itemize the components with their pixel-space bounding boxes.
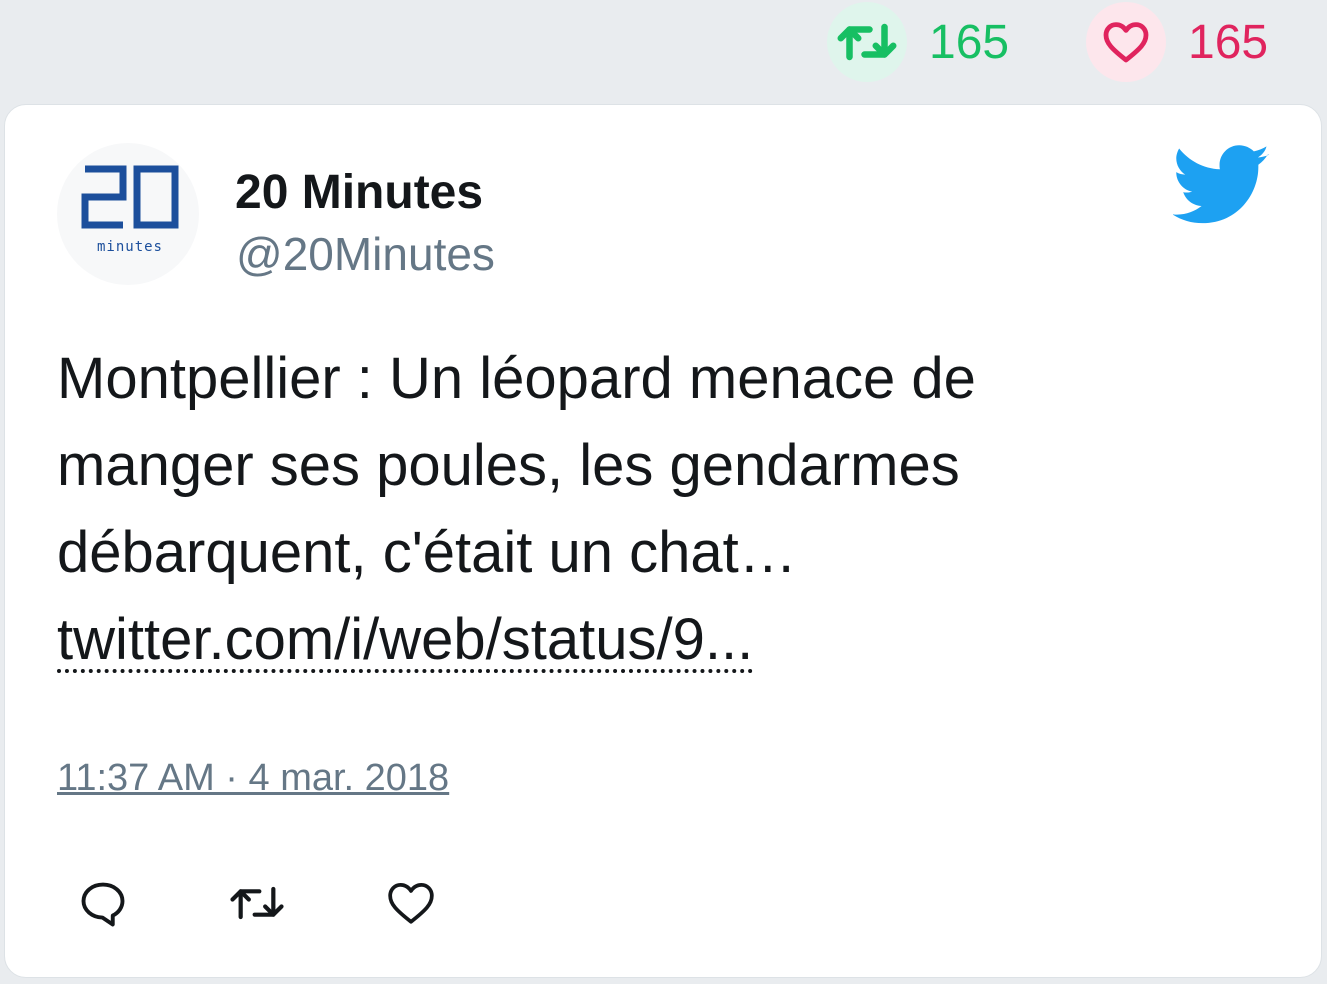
- tweet-card[interactable]: minutes 20 Minutes @20Minutes Montpellie…: [4, 104, 1322, 978]
- author-name[interactable]: 20 Minutes: [235, 165, 483, 220]
- retweet-icon[interactable]: [229, 875, 285, 931]
- tweet-timestamp[interactable]: 11:37 AM · 4 mar. 2018: [57, 757, 449, 800]
- retweet-icon[interactable]: [827, 2, 907, 82]
- like-count: 165: [1188, 15, 1269, 69]
- avatar[interactable]: minutes: [57, 143, 199, 285]
- tweet-text: Montpellier : Un léopard menace de mange…: [57, 335, 1257, 683]
- tweet-stats-bar: 165 165: [0, 0, 1327, 100]
- twitter-bird-icon[interactable]: [1172, 145, 1271, 225]
- tweet-text-line: manger ses poules, les gendarmes: [57, 433, 960, 498]
- tweet-text-line: Montpellier : Un léopard menace de: [57, 346, 976, 411]
- tweet-text-line: débarquent, c'était un chat…: [57, 520, 797, 585]
- author-handle[interactable]: @20Minutes: [236, 227, 495, 281]
- heart-icon[interactable]: [1086, 2, 1166, 82]
- like-stat[interactable]: 165: [1086, 0, 1268, 84]
- retweet-count: 165: [929, 15, 1010, 69]
- 20-minutes-logo: minutes: [81, 165, 179, 255]
- svg-text:minutes: minutes: [97, 239, 163, 255]
- reply-icon[interactable]: [75, 875, 131, 931]
- heart-icon[interactable]: [383, 875, 439, 931]
- tweet-actions: [75, 875, 439, 931]
- retweet-stat[interactable]: 165: [827, 0, 1009, 84]
- tweet-link[interactable]: twitter.com/i/web/status/9...: [57, 611, 754, 673]
